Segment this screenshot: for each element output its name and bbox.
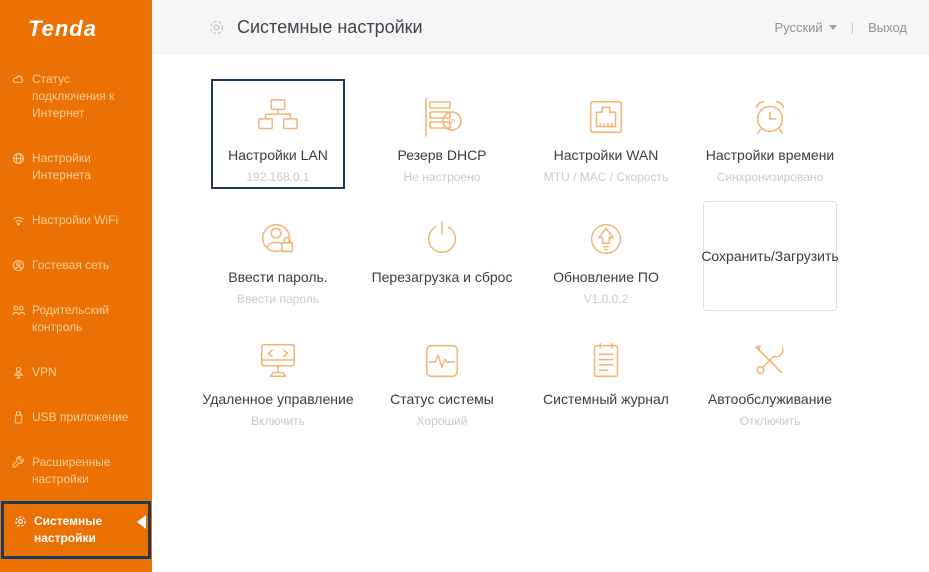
tile-title: Резерв DHCP <box>397 147 487 163</box>
gear-icon <box>14 515 27 528</box>
notepad-icon <box>584 335 628 387</box>
dhcp-list-icon: IP <box>419 91 465 143</box>
tile-subtitle: 192.168.0.1 <box>246 170 310 184</box>
active-item-arrow <box>137 515 146 529</box>
tile-subtitle: Ввести пароль <box>237 292 319 306</box>
tiles-grid: Настройки LAN 192.168.0.1 IP Резерв DHCP… <box>152 55 929 572</box>
globe-icon <box>12 152 25 165</box>
tile-title: Сохранить/Загрузить <box>701 248 839 264</box>
power-icon <box>420 213 464 265</box>
usb-stick-icon <box>12 411 25 424</box>
sidebar-item-label: Гостевая сеть <box>32 258 110 272</box>
tile-title: Удаленное управление <box>202 391 354 407</box>
sidebar-item-guest-network[interactable]: Гостевая сеть <box>0 246 152 285</box>
tile-login-password[interactable]: Ввести пароль. Ввести пароль <box>211 201 345 311</box>
chevron-down-icon <box>828 25 837 30</box>
tile-subtitle: MTU / MAC / Скорость <box>543 170 669 184</box>
tile-title: Автообслуживание <box>707 391 833 407</box>
sidebar-item-label: Системные настройки <box>34 514 103 545</box>
tile-lan-settings[interactable]: Настройки LAN 192.168.0.1 <box>211 79 345 189</box>
tile-subtitle: Хороший <box>416 414 468 428</box>
logout-link[interactable]: Выход <box>868 20 907 35</box>
tenda-router-admin: Tenda Статус подключения к Интернет Наст… <box>0 0 929 572</box>
tile-subtitle: Не настроено <box>403 170 481 184</box>
sidebar-item-label: Настройки Интернета <box>32 151 91 182</box>
wrench-icon <box>12 456 25 469</box>
tile-title: Обновление ПО <box>553 269 659 285</box>
monitor-code-icon <box>255 335 301 387</box>
tile-subtitle: V1.0.0.2 <box>583 292 629 306</box>
topbar-right: Русский | Выход <box>774 20 907 35</box>
topbar: Системные настройки Русский | Выход <box>152 0 929 55</box>
page-title: Системные настройки <box>237 17 423 37</box>
language-label: Русский <box>774 20 823 35</box>
tile-save-load[interactable]: Сохранить/Загрузить <box>701 201 839 311</box>
pulse-icon <box>420 335 464 387</box>
parents-icon <box>12 304 25 317</box>
tile-wan-settings[interactable]: Настройки WAN MTU / MAC / Скорость <box>539 79 673 189</box>
tile-system-log[interactable]: Системный журнал <box>539 323 673 433</box>
tile-title: Ввести пароль. <box>228 269 328 285</box>
sidebar-item-parental-control[interactable]: Родительский контроль <box>0 291 152 347</box>
sidebar: Tenda Статус подключения к Интернет Наст… <box>0 0 152 572</box>
sidebar-item-connection-status[interactable]: Статус подключения к Интернет <box>0 60 152 133</box>
sidebar-item-label: VPN <box>32 365 57 379</box>
sidebar-item-label: Настройки WiFi <box>32 213 119 227</box>
tile-reboot-reset[interactable]: Перезагрузка и сброс <box>372 201 512 311</box>
tenda-logo: Tenda <box>28 16 97 41</box>
main-panel: Системные настройки Русский | Выход Наст… <box>152 0 929 572</box>
sidebar-item-label: Расширенные настройки <box>32 455 111 486</box>
tile-subtitle: Отключить <box>739 414 801 428</box>
lan-network-icon <box>256 91 300 143</box>
tile-title: Настройки WAN <box>553 147 659 163</box>
tile-time-settings[interactable]: Настройки времени Синхронизировано <box>703 79 837 189</box>
language-dropdown[interactable]: Русский <box>774 20 837 35</box>
tile-title: Перезагрузка и сброс <box>371 269 513 285</box>
wifi-icon <box>12 214 25 227</box>
ethernet-port-icon <box>584 91 628 143</box>
tile-subtitle: Синхронизировано <box>716 170 824 184</box>
sidebar-item-usb-app[interactable]: USB приложение <box>0 398 152 437</box>
topbar-divider: | <box>850 20 855 35</box>
sidebar-item-system-settings[interactable]: Системные настройки <box>1 501 151 559</box>
tile-title: Системный журнал <box>543 391 669 407</box>
sidebar-item-advanced-settings[interactable]: Расширенные настройки <box>0 443 152 499</box>
vpn-person-icon <box>12 366 25 379</box>
cloud-status-icon <box>12 73 25 86</box>
user-lock-icon <box>256 213 300 265</box>
tile-subtitle: Включить <box>251 414 305 428</box>
sidebar-nav: Статус подключения к Интернет Настройки … <box>0 60 152 561</box>
sidebar-item-wifi-settings[interactable]: Настройки WiFi <box>0 201 152 240</box>
upload-arrow-icon <box>584 213 628 265</box>
sidebar-item-internet-settings[interactable]: Настройки Интернета <box>0 139 152 195</box>
tile-firmware-upgrade[interactable]: Обновление ПО V1.0.0.2 <box>539 201 673 311</box>
tools-icon <box>748 335 792 387</box>
tile-auto-maintenance[interactable]: Автообслуживание Отключить <box>703 323 837 433</box>
sidebar-item-label: Родительский контроль <box>32 303 110 334</box>
svg-text:IP: IP <box>448 117 455 126</box>
tile-system-status[interactable]: Статус системы Хороший <box>375 323 509 433</box>
sidebar-item-label: Статус подключения к Интернет <box>32 72 115 120</box>
sidebar-item-vpn[interactable]: VPN <box>0 353 152 392</box>
tile-remote-management[interactable]: Удаленное управление Включить <box>202 323 354 433</box>
alarm-clock-icon <box>748 91 792 143</box>
settings-gear-icon <box>208 19 225 36</box>
sidebar-item-label: USB приложение <box>32 410 129 424</box>
tile-title: Настройки времени <box>705 147 835 163</box>
guest-person-icon <box>12 259 25 272</box>
tile-title: Настройки LAN <box>228 147 328 163</box>
tile-title: Статус системы <box>390 391 494 407</box>
tile-dhcp-reservation[interactable]: IP Резерв DHCP Не настроено <box>375 79 509 189</box>
